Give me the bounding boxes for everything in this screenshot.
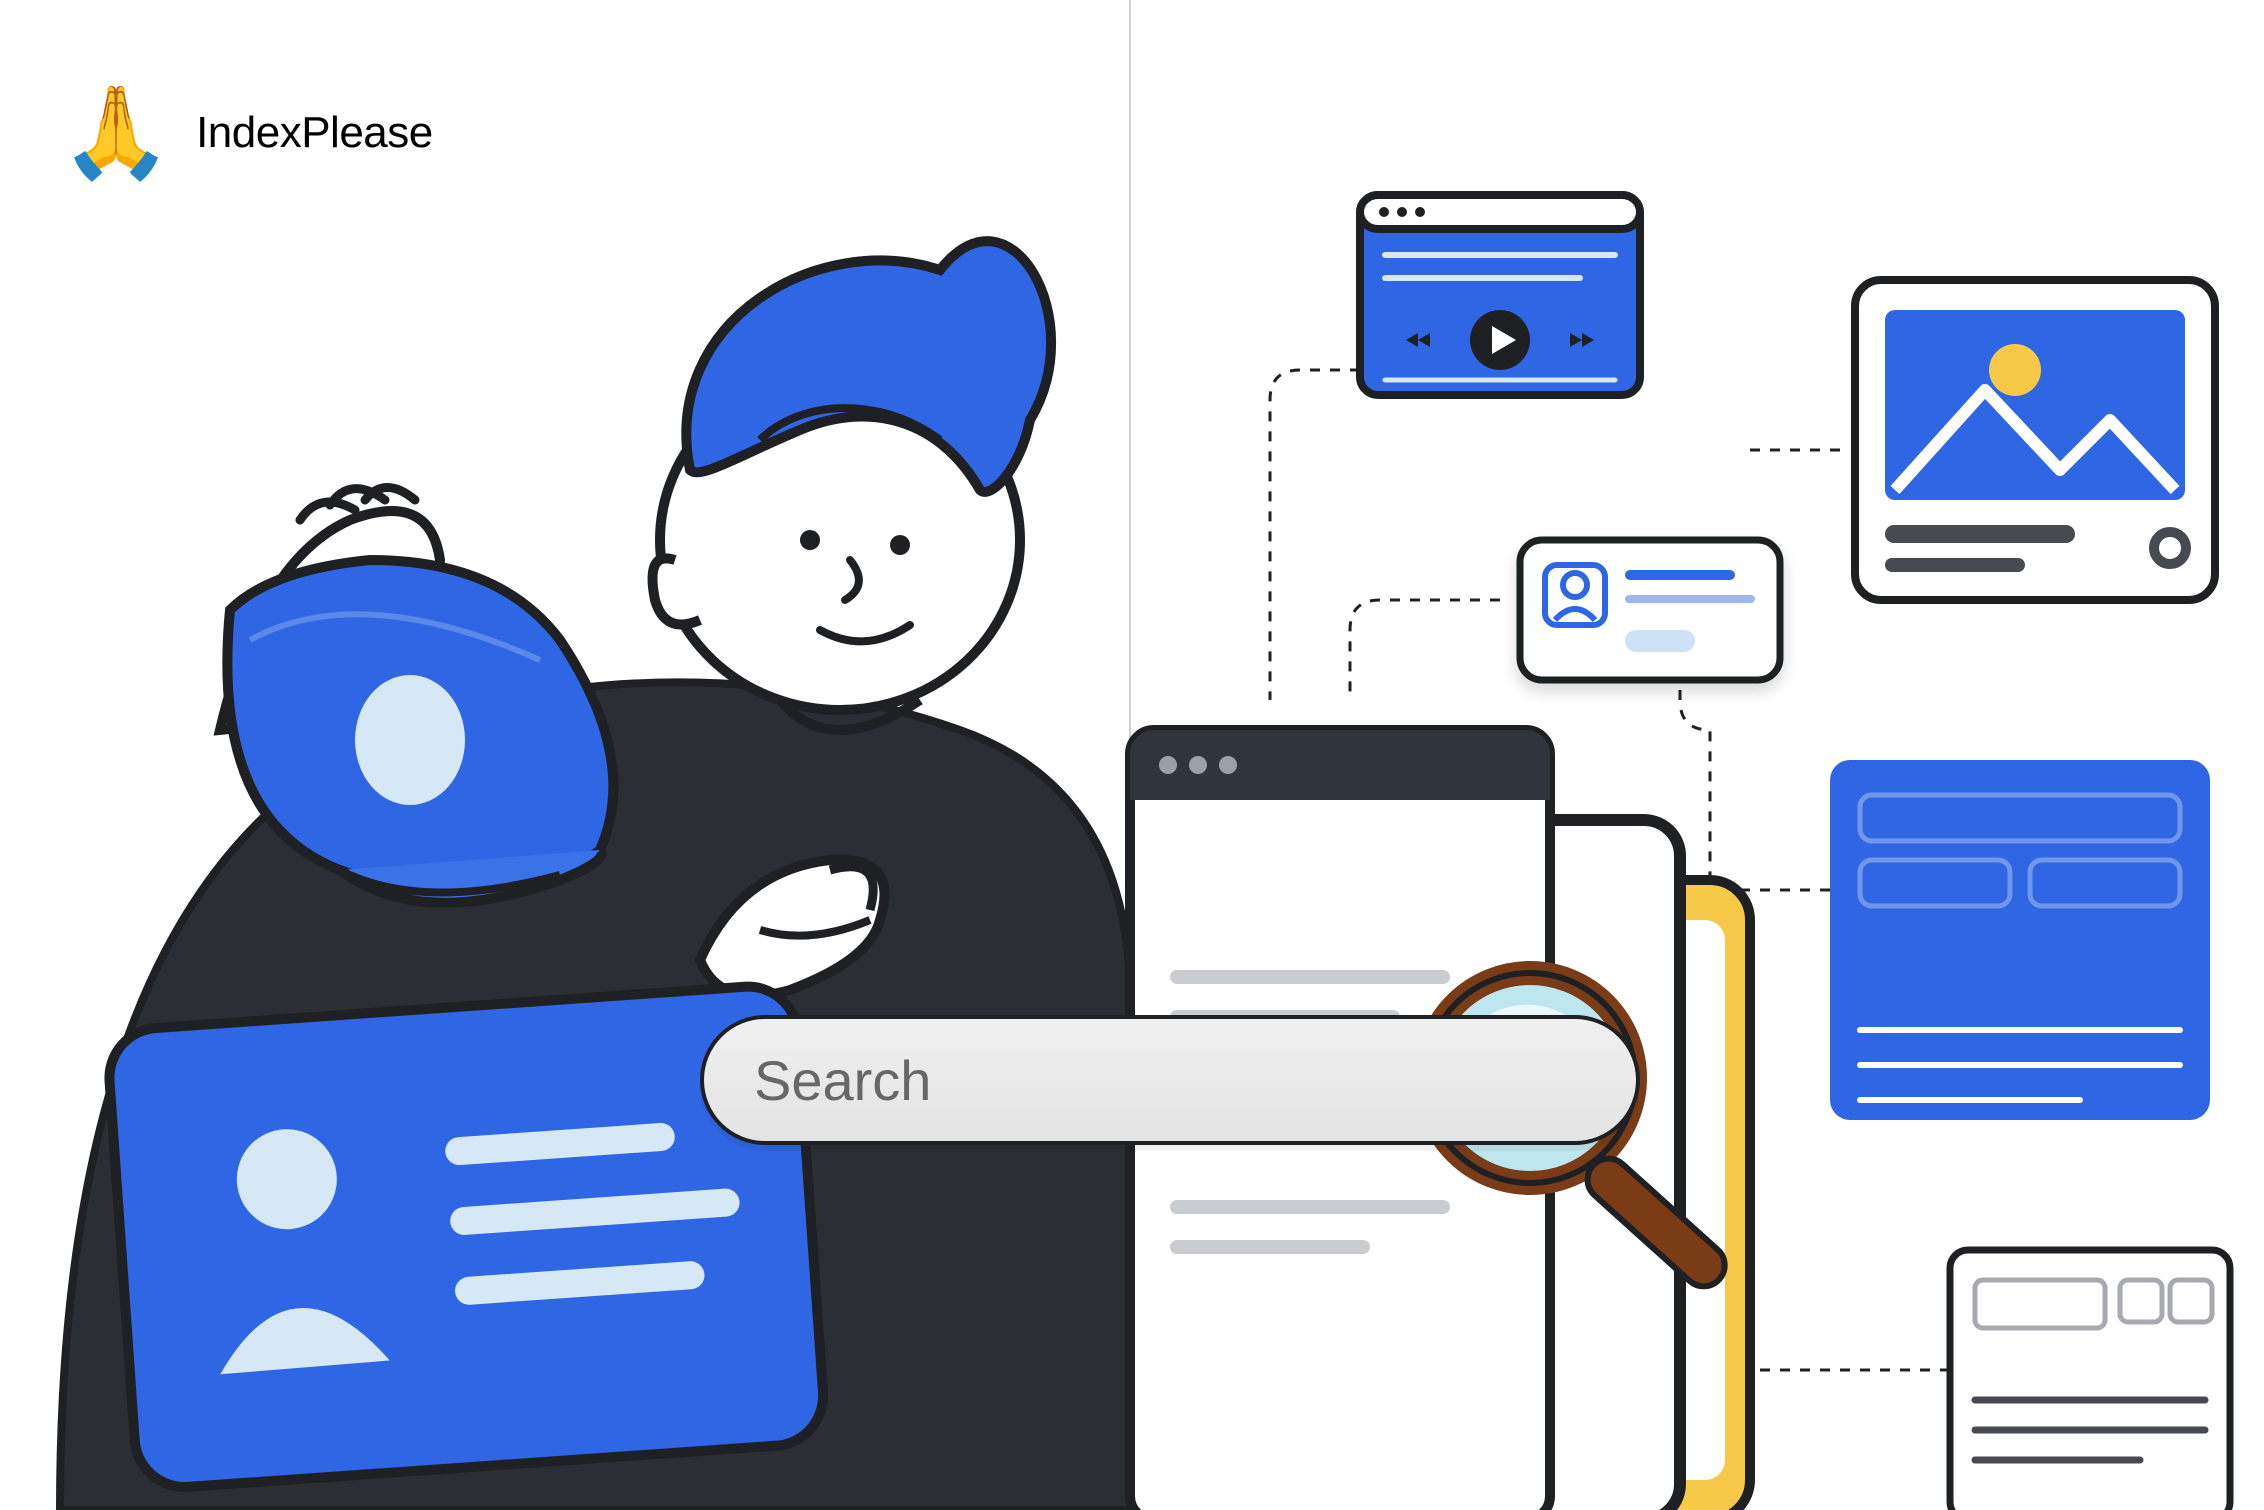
document-card-icon [1950,1250,2230,1510]
form-card-icon [1830,760,2210,1120]
contact-card-icon [1520,540,1780,680]
illustration-stage [0,0,2264,1510]
media-player-card-icon [1360,195,1640,395]
image-card-icon [1855,280,2215,600]
search-placeholder-text: Search [754,1048,931,1113]
search-input[interactable]: Search [700,1015,1640,1145]
